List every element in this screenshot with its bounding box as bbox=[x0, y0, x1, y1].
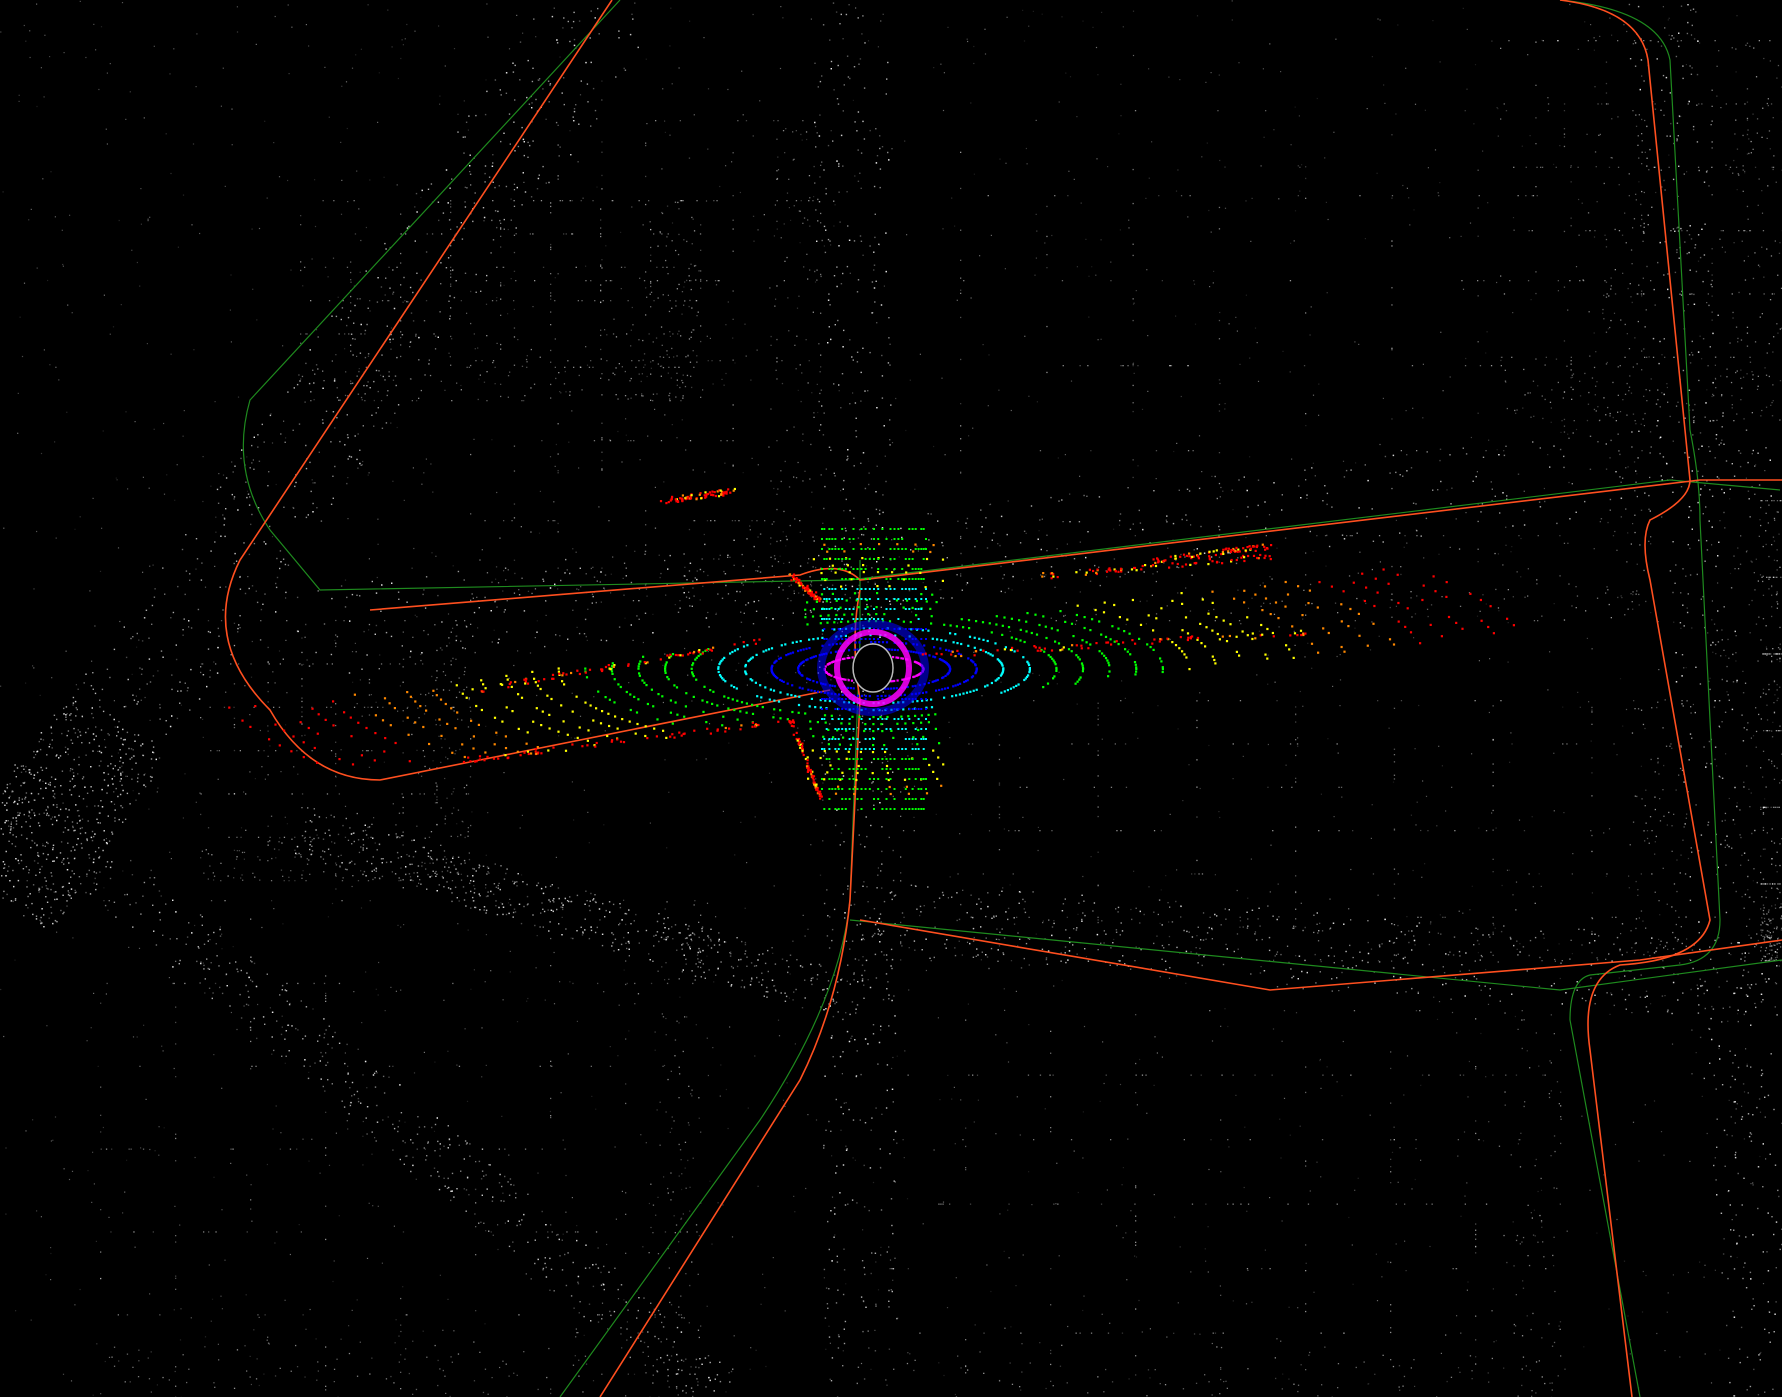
sensor-position bbox=[852, 643, 894, 693]
map-canvas[interactable] bbox=[0, 0, 1782, 1397]
sensor-blind-spot bbox=[852, 643, 894, 693]
point-cloud-viewport[interactable] bbox=[0, 0, 1782, 1397]
